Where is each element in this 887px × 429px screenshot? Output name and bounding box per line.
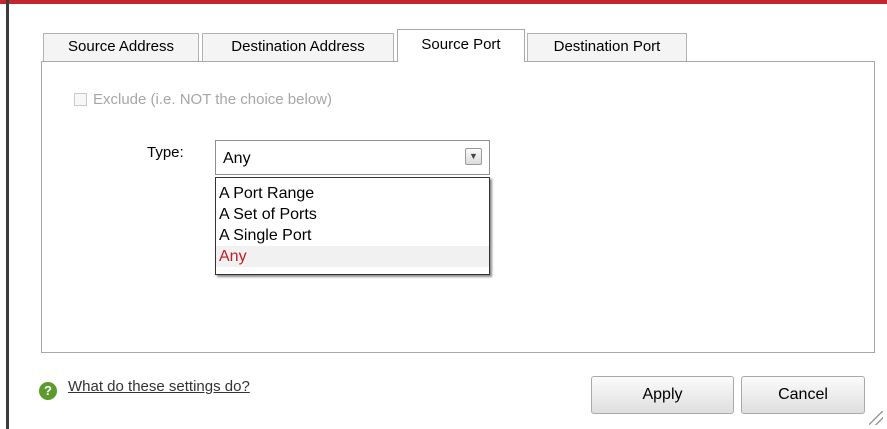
type-label: Type: — [147, 144, 184, 161]
help-link[interactable]: What do these settings do? — [68, 378, 250, 395]
type-select-value: Any — [223, 150, 251, 167]
tab-destination-address[interactable]: Destination Address — [202, 33, 394, 61]
tab-destination-port[interactable]: Destination Port — [527, 33, 687, 61]
resize-grip-icon[interactable] — [869, 411, 883, 425]
exclude-option: Exclude (i.e. NOT the choice below) — [74, 89, 332, 109]
type-dropdown-list: A Port Range A Set of Ports A Single Por… — [215, 177, 490, 275]
dropdown-option-any[interactable]: Any — [216, 246, 489, 267]
dropdown-option-set-of-ports[interactable]: A Set of Ports — [216, 204, 489, 225]
question-icon: ? — [39, 382, 57, 400]
exclude-label: Exclude (i.e. NOT the choice below) — [93, 90, 332, 108]
chevron-down-icon[interactable]: ▼ — [465, 148, 482, 165]
window-left-edge — [6, 0, 9, 429]
tab-source-port[interactable]: Source Port — [397, 29, 525, 62]
top-accent-bar — [0, 0, 887, 4]
dropdown-option-port-range[interactable]: A Port Range — [216, 183, 489, 204]
dropdown-option-single-port[interactable]: A Single Port — [216, 225, 489, 246]
tab-source-address[interactable]: Source Address — [43, 33, 199, 61]
apply-button[interactable]: Apply — [591, 376, 734, 414]
cancel-button[interactable]: Cancel — [741, 376, 865, 414]
type-select[interactable]: Any ▼ — [215, 140, 490, 175]
exclude-checkbox[interactable] — [74, 92, 87, 106]
